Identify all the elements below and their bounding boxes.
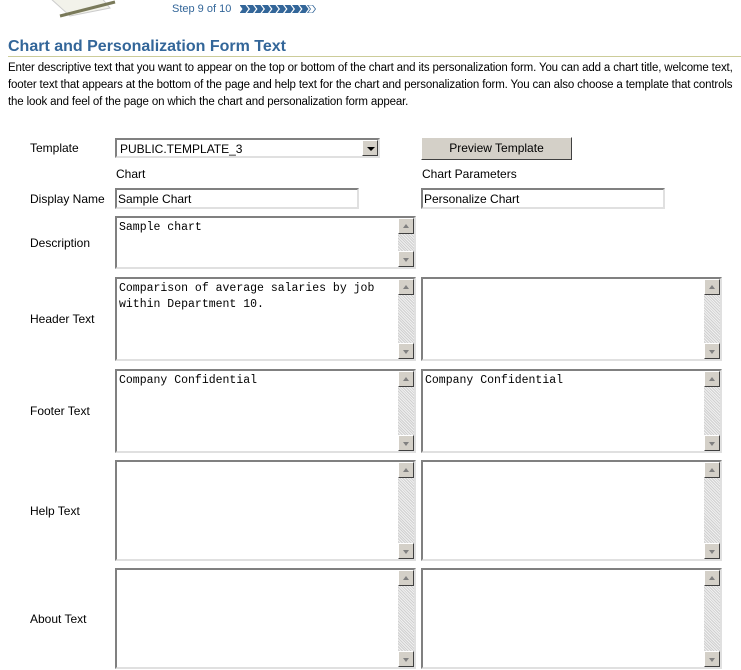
step-arrow-completed <box>277 5 287 14</box>
step-arrow-completed <box>262 5 272 14</box>
vertical-scrollbar[interactable] <box>398 218 414 267</box>
scroll-down-icon[interactable] <box>398 251 414 267</box>
parameters-help-text-textarea[interactable] <box>421 460 722 561</box>
scroll-up-icon[interactable] <box>398 371 414 387</box>
step-arrow-completed <box>254 5 264 14</box>
scroll-down-icon[interactable] <box>704 651 720 667</box>
scroll-up-icon[interactable] <box>398 570 414 586</box>
dropdown-arrow-icon[interactable] <box>362 140 378 156</box>
chart-footer-text-textarea[interactable]: Company Confidential <box>115 369 416 453</box>
vertical-scrollbar[interactable] <box>398 279 414 359</box>
textarea-content: Company Confidential <box>119 374 258 387</box>
textarea-content: Sample chart <box>119 221 202 234</box>
parameters-display-name-input[interactable]: Personalize Chart <box>421 188 665 209</box>
preview-template-button[interactable]: Preview Template <box>421 137 572 160</box>
vertical-scrollbar[interactable] <box>398 371 414 451</box>
column-header-chart-parameters: Chart Parameters <box>422 167 517 181</box>
step-arrow-pending <box>307 5 317 14</box>
step-indicator: Step 9 of 10 <box>172 3 320 15</box>
scroll-down-icon[interactable] <box>704 435 720 451</box>
scroll-up-icon[interactable] <box>398 218 414 234</box>
template-select[interactable]: PUBLIC.TEMPLATE_3 <box>115 138 380 158</box>
step-arrow-completed <box>292 5 302 14</box>
textarea-content: Company Confidential <box>425 374 564 387</box>
header-text-label: Header Text <box>30 312 95 326</box>
parameters-about-text-textarea[interactable] <box>421 568 722 669</box>
vertical-scrollbar[interactable] <box>704 570 720 667</box>
display-name-label: Display Name <box>30 192 105 206</box>
scroll-up-icon[interactable] <box>704 462 720 478</box>
chart-header-text-textarea[interactable]: Comparison of average salaries by job wi… <box>115 277 416 361</box>
scroll-down-icon[interactable] <box>398 343 414 359</box>
scroll-up-icon[interactable] <box>398 462 414 478</box>
chart-help-text-textarea[interactable] <box>115 460 416 561</box>
scroll-up-icon[interactable] <box>704 279 720 295</box>
scroll-up-icon[interactable] <box>704 371 720 387</box>
step-text: Step 9 of 10 <box>172 3 232 15</box>
parameters-footer-text-textarea[interactable]: Company Confidential <box>421 369 722 453</box>
step-progress-arrows <box>240 5 317 14</box>
wizard-logo-icon <box>51 0 116 18</box>
vertical-scrollbar[interactable] <box>398 462 414 559</box>
scroll-down-icon[interactable] <box>398 435 414 451</box>
scroll-down-icon[interactable] <box>398 543 414 559</box>
vertical-scrollbar[interactable] <box>398 570 414 667</box>
scroll-up-icon[interactable] <box>704 570 720 586</box>
chart-display-name-input[interactable]: Sample Chart <box>115 188 359 209</box>
chart-description-textarea[interactable]: Sample chart <box>115 216 416 269</box>
textarea-content: Comparison of average salaries by job wi… <box>119 282 382 311</box>
step-arrow-completed <box>284 5 294 14</box>
vertical-scrollbar[interactable] <box>704 371 720 451</box>
step-arrow-completed <box>299 5 309 14</box>
footer-text-label: Footer Text <box>30 404 90 418</box>
page-title: Chart and Personalization Form Text <box>8 38 286 55</box>
vertical-scrollbar[interactable] <box>704 462 720 559</box>
template-label: Template <box>30 141 79 155</box>
scroll-down-icon[interactable] <box>704 343 720 359</box>
parameters-header-text-textarea[interactable] <box>421 277 722 361</box>
description-label: Description <box>30 236 91 250</box>
chart-about-text-textarea[interactable] <box>115 568 416 669</box>
column-header-chart: Chart <box>116 167 146 181</box>
step-arrow-completed <box>240 5 249 14</box>
step-arrow-completed <box>269 5 279 14</box>
scroll-up-icon[interactable] <box>398 279 414 295</box>
template-selected-value: PUBLIC.TEMPLATE_3 <box>120 142 243 156</box>
help-text-label: Help Text <box>30 504 80 518</box>
scroll-down-icon[interactable] <box>398 651 414 667</box>
step-arrow-completed <box>247 5 257 14</box>
vertical-scrollbar[interactable] <box>704 279 720 359</box>
scroll-down-icon[interactable] <box>704 543 720 559</box>
title-divider <box>8 56 741 57</box>
instructions-text: Enter descriptive text that you want to … <box>8 62 733 108</box>
about-text-label: About Text <box>30 612 87 626</box>
